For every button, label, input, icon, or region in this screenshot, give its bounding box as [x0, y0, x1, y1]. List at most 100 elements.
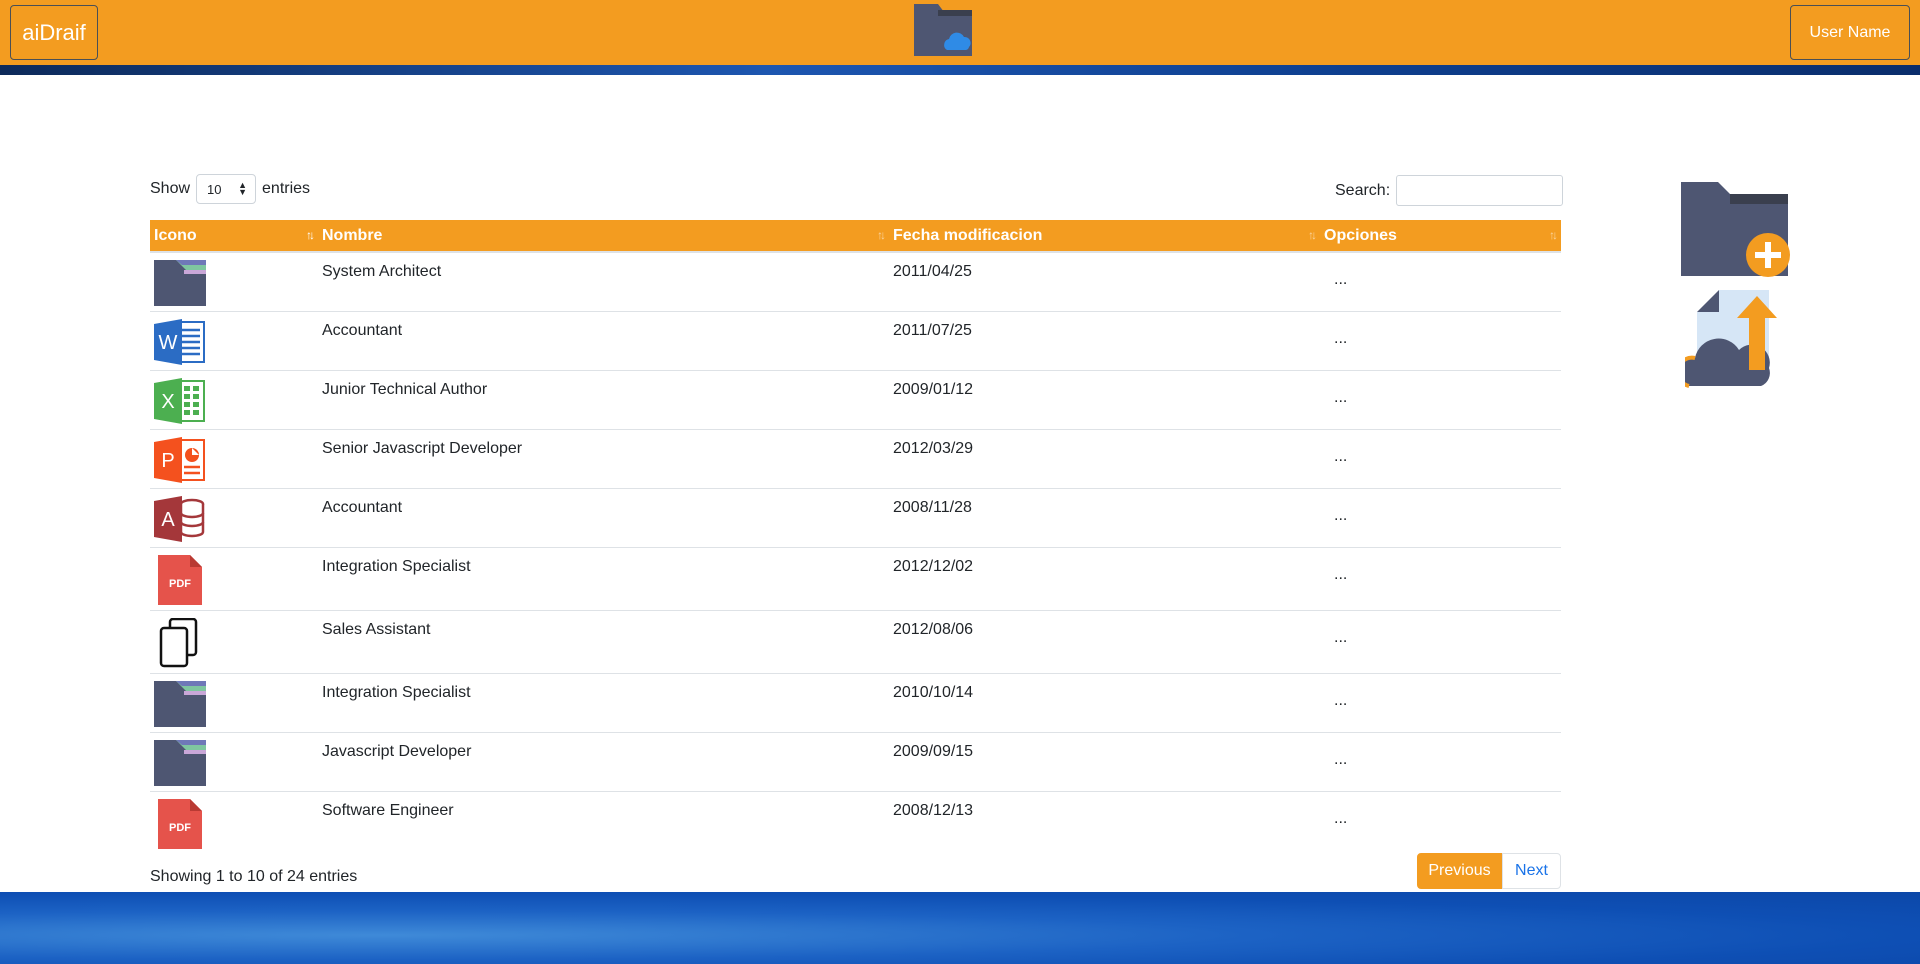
column-header-label: Opciones [1324, 226, 1397, 244]
previous-button[interactable]: Previous [1417, 853, 1502, 889]
options-menu-button[interactable]: ... [1320, 733, 1561, 792]
svg-text:W: W [159, 332, 178, 354]
access-icon[interactable]: A [154, 496, 206, 546]
icon-cell [150, 252, 318, 312]
icon-cell: A [150, 489, 318, 548]
icon-cell [150, 674, 318, 733]
table-row[interactable]: System Architect 2011/04/25... [150, 252, 1561, 312]
name-cell[interactable]: Accountant [318, 489, 889, 548]
icon-cell: P [150, 430, 318, 489]
options-menu-button[interactable]: ... [1320, 611, 1561, 674]
name-cell[interactable]: Sales Assistant [318, 611, 889, 674]
name-cell[interactable]: Integration Specialist [318, 548, 889, 611]
pagination: Previous Next [1417, 853, 1561, 889]
options-menu-button[interactable]: ... [1320, 792, 1561, 855]
sort-icon: ↑↓ [1549, 228, 1558, 242]
name-cell[interactable]: Accountant [318, 312, 889, 371]
date-cell: 2009/01/12 [893, 381, 974, 398]
entries-select[interactable]: 10 ▲ ▼ [196, 174, 257, 204]
sort-icon: ↑↓ [1308, 228, 1317, 242]
table-row[interactable]: Sales Assistant 2012/08/06... [150, 610, 1561, 674]
top-navbar: aiDraif User Name [0, 0, 1920, 65]
copy-icon[interactable] [154, 617, 206, 672]
column-header-fecha[interactable]: Fecha modificacion ↑↓ [889, 220, 1320, 253]
date-cell: 2008/12/13 [893, 802, 974, 819]
svg-text:PDF: PDF [169, 578, 191, 590]
options-menu-button[interactable]: ... [1320, 371, 1561, 430]
sort-icon: ↑↓ [877, 228, 886, 242]
folder-add-icon[interactable] [1680, 180, 1795, 280]
table-row[interactable]: W Accountant 2011/07/25... [150, 311, 1561, 371]
powerpoint-icon[interactable]: P [154, 437, 206, 487]
options-menu-button[interactable]: ... [1320, 252, 1561, 312]
word-icon[interactable]: W [154, 319, 206, 369]
search-input[interactable] [1396, 175, 1564, 206]
table-row[interactable]: A Accountant 2008/11/28... [150, 488, 1561, 548]
icon-cell: PDF [150, 792, 318, 855]
user-menu-button[interactable]: User Name [1790, 5, 1910, 60]
search-control: Search: [1335, 175, 1564, 206]
header-strip [0, 65, 1920, 75]
column-header-label: Icono [154, 226, 197, 244]
cloud-upload-icon[interactable] [1685, 288, 1789, 392]
folder-icon[interactable] [154, 260, 206, 310]
date-cell: 2009/09/15 [893, 743, 974, 760]
icon-cell: X [150, 371, 318, 430]
date-cell: 2012/03/29 [893, 440, 974, 457]
column-header-label: Nombre [322, 226, 383, 244]
entries-length-control: Show 10 ▲ ▼ entries [150, 174, 310, 204]
column-header-opciones[interactable]: Opciones ↑↓ [1320, 220, 1561, 253]
name-cell[interactable]: Javascript Developer [318, 733, 889, 792]
svg-text:X: X [161, 391, 174, 413]
column-header-icono[interactable]: Icono ↑↓ [150, 220, 318, 253]
name-cell[interactable]: Junior Technical Author [318, 371, 889, 430]
svg-text:A: A [161, 509, 175, 531]
svg-text:P: P [161, 450, 174, 472]
icon-cell [150, 611, 318, 674]
table-row[interactable]: Integration Specialist 2010/10/14... [150, 673, 1561, 733]
folder-icon[interactable] [154, 681, 206, 731]
entries-label: entries [262, 180, 311, 197]
excel-icon[interactable]: X [154, 378, 206, 428]
date-cell: 2012/08/06 [893, 621, 974, 638]
table-info: Showing 1 to 10 of 24 entries [150, 868, 358, 885]
name-cell[interactable]: Software Engineer [318, 792, 889, 855]
date-cell: 2012/12/02 [893, 558, 974, 575]
table-row[interactable]: X Junior Technical Author 2009/01/12... [150, 370, 1561, 430]
pdf-icon[interactable]: PDF [154, 799, 206, 853]
name-cell[interactable]: Integration Specialist [318, 674, 889, 733]
column-header-nombre[interactable]: Nombre ↑↓ [318, 220, 889, 253]
name-cell[interactable]: Senior Javascript Developer [318, 430, 889, 489]
date-cell: 2011/04/25 [893, 263, 972, 280]
options-menu-button[interactable]: ... [1320, 548, 1561, 611]
icon-cell [150, 733, 318, 792]
table-row[interactable]: PDF Software Engineer 2008/12/13... [150, 791, 1561, 855]
name-cell[interactable]: System Architect [318, 252, 889, 312]
pdf-icon[interactable]: PDF [154, 555, 206, 609]
options-menu-button[interactable]: ... [1320, 312, 1561, 371]
select-arrows-icon: ▲ ▼ [238, 180, 248, 197]
table-row[interactable]: PDF Integration Specialist 2012/12/02... [150, 547, 1561, 611]
sort-icon: ↑↓ [306, 228, 315, 242]
show-label: Show [150, 180, 191, 197]
table-row[interactable]: Javascript Developer 2009/09/15... [150, 732, 1561, 792]
brand-button[interactable]: aiDraif [10, 5, 98, 60]
options-menu-button[interactable]: ... [1320, 674, 1561, 733]
entries-select-value: 10 [207, 181, 222, 197]
date-cell: 2010/10/14 [893, 684, 974, 701]
cloud-folder-logo-icon[interactable] [912, 2, 974, 58]
icon-cell: PDF [150, 548, 318, 611]
date-cell: 2008/11/28 [893, 499, 972, 516]
folder-icon[interactable] [154, 740, 206, 790]
next-button[interactable]: Next [1502, 853, 1561, 889]
options-menu-button[interactable]: ... [1320, 430, 1561, 489]
column-header-label: Fecha modificacion [893, 226, 1043, 244]
footer-background [0, 892, 1920, 964]
files-table: Icono ↑↓ Nombre ↑↓ Fecha modificacion ↑↓ Op… [150, 220, 1561, 854]
svg-text:PDF: PDF [169, 822, 191, 834]
date-cell: 2011/07/25 [893, 322, 972, 339]
icon-cell: W [150, 312, 318, 371]
table-row[interactable]: P Senior Javascript Developer 2012/03/29..… [150, 429, 1561, 489]
search-label: Search: [1335, 181, 1391, 199]
options-menu-button[interactable]: ... [1320, 489, 1561, 548]
